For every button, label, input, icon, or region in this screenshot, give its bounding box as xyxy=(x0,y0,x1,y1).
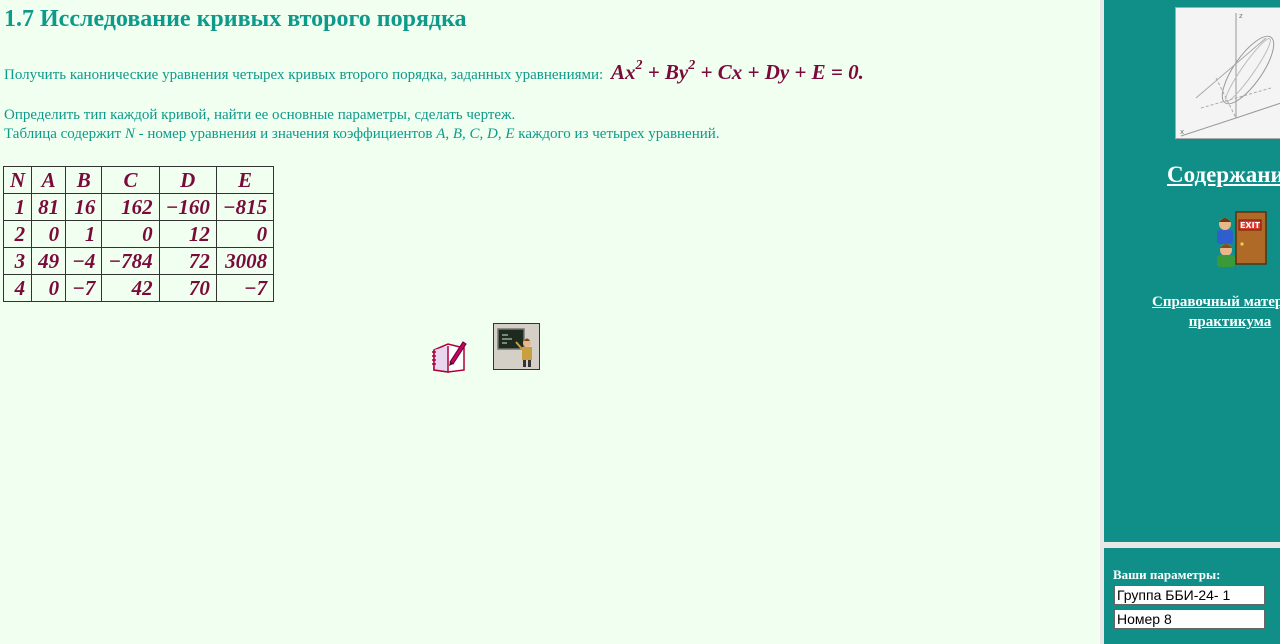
table-cell: 49 xyxy=(31,247,67,275)
table-cell: 16 xyxy=(65,193,103,221)
teacher-blackboard-icon[interactable] xyxy=(493,323,540,370)
svg-text:EXIT: EXIT xyxy=(1240,221,1261,230)
number-field[interactable]: Номер 8 xyxy=(1114,609,1265,629)
surface-graph-thumbnail: z x xyxy=(1175,7,1280,139)
svg-text:x: x xyxy=(1180,128,1184,136)
table-cell: 0 xyxy=(101,220,160,248)
table-cell: 0 xyxy=(31,220,67,248)
header-cell: E xyxy=(215,166,275,194)
page-title: 1.7 Исследование кривых второго порядка xyxy=(4,6,467,32)
reference-material-link[interactable]: Справочный материал практикума xyxy=(1130,292,1280,332)
table-cell: 42 xyxy=(101,274,160,302)
sidebar: z x Содержание EXIT Справочный материал … xyxy=(1100,0,1280,644)
table-cell: 12 xyxy=(158,220,217,248)
table-cell: 162 xyxy=(101,193,160,221)
header-cell: B xyxy=(65,166,103,194)
header-cell: D xyxy=(158,166,217,194)
table-cell: −784 xyxy=(101,247,160,275)
table-cell: 1 xyxy=(2,193,33,221)
reference-link-line-1[interactable]: Справочный материал xyxy=(1130,292,1280,312)
task-line-1: Определить тип каждой кривой, найти ее о… xyxy=(4,107,516,123)
table-cell: 0 xyxy=(31,274,67,302)
contents-link[interactable]: Содержание xyxy=(1167,162,1280,188)
table-cell: 2 xyxy=(2,220,33,248)
table-cell: 3008 xyxy=(215,247,275,275)
task-description: Определить тип каждой кривой, найти ее о… xyxy=(4,106,720,144)
table-header-row: N A B C D E xyxy=(2,166,275,194)
header-cell: A xyxy=(31,166,67,194)
table-cell: −815 xyxy=(215,193,275,221)
reference-link-line-2[interactable]: практикума xyxy=(1130,312,1280,332)
table-cell: 4 xyxy=(2,274,33,302)
equation-formula: Ax2 + By2 + Cx + Dy + E = 0. xyxy=(610,58,864,84)
table-cell: 81 xyxy=(31,193,67,221)
coefficients-table: N A B C D E 1 81 16 162 −160 −815 2 0 1 … xyxy=(2,166,275,302)
intro-text: Получить канонические уравнения четырех … xyxy=(4,67,604,83)
main-content: 1.7 Исследование кривых второго порядка … xyxy=(0,0,1100,644)
notebook-pen-icon[interactable] xyxy=(430,336,468,374)
table-cell: −4 xyxy=(65,247,103,275)
task-line-2: Таблица содержит N - номер уравнения и з… xyxy=(4,126,720,142)
params-label: Ваши параметры: xyxy=(1113,567,1221,582)
header-cell: C xyxy=(101,166,160,194)
table-cell: 72 xyxy=(158,247,217,275)
intro-line: Получить канонические уравнения четырех … xyxy=(4,58,864,85)
group-field[interactable]: Группа ББИ-24- 1 xyxy=(1114,585,1265,605)
table-row: 2 0 1 0 12 0 xyxy=(2,220,275,248)
table-cell: −7 xyxy=(65,274,103,302)
table-cell: 70 xyxy=(158,274,217,302)
table-cell: 0 xyxy=(215,220,275,248)
table-cell: 1 xyxy=(65,220,103,248)
svg-text:z: z xyxy=(1239,12,1243,20)
table-row: 1 81 16 162 −160 −815 xyxy=(2,193,275,221)
exit-door-icon[interactable]: EXIT xyxy=(1212,210,1268,268)
table-cell: −160 xyxy=(158,193,217,221)
table-cell: −7 xyxy=(215,274,275,302)
header-cell: N xyxy=(2,166,33,194)
table-row: 4 0 −7 42 70 −7 xyxy=(2,274,275,302)
table-row: 3 49 −4 −784 72 3008 xyxy=(2,247,275,275)
table-cell: 3 xyxy=(2,247,33,275)
